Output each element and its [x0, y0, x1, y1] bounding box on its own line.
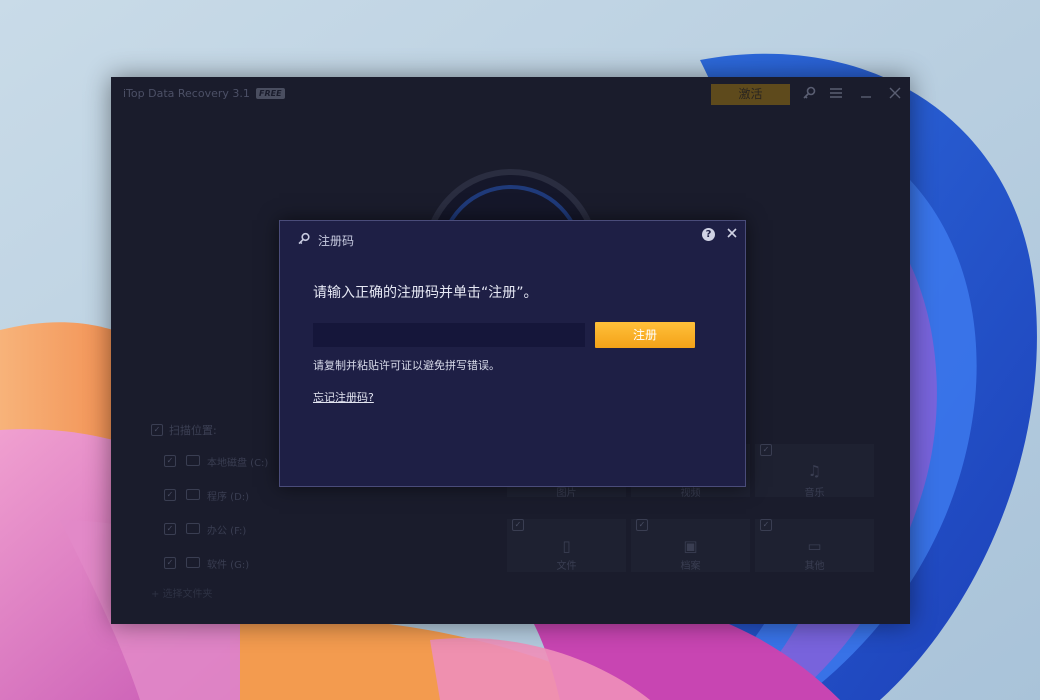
window-close-icon[interactable]	[887, 85, 903, 101]
drive-checkbox-d[interactable]: ✓	[164, 489, 176, 501]
plus-icon: +	[151, 589, 163, 600]
close-icon[interactable]	[724, 225, 740, 241]
register-button[interactable]: 注册	[595, 322, 695, 348]
drive-icon	[186, 523, 200, 534]
app-title: iTop Data Recovery 3.1	[123, 87, 250, 100]
key-icon	[298, 232, 310, 245]
drive-label-d[interactable]: 程序 (D:)	[207, 488, 249, 503]
tile-label: 文件	[556, 561, 577, 572]
archive-icon: ▣	[683, 537, 698, 555]
tile-checkbox[interactable]: ✓	[512, 519, 524, 531]
file-type-tile-music[interactable]: ✓ ♫ 音乐	[755, 444, 874, 499]
activate-button[interactable]: 激活	[711, 84, 790, 105]
registration-code-input[interactable]	[313, 323, 585, 347]
file-type-tile-document[interactable]: ✓ ▯ 文件	[507, 519, 626, 572]
document-icon: ▯	[562, 537, 571, 555]
help-icon[interactable]: ?	[702, 228, 715, 241]
file-type-tile-other[interactable]: ✓ ▭ 其他	[755, 519, 874, 572]
dialog-title: 注册码	[318, 234, 355, 248]
drive-checkbox-c[interactable]: ✓	[164, 455, 176, 467]
registration-dialog: 注册码 ? 请输入正确的注册码并单击“注册”。 注册 请复制并粘贴许可证以避免拼…	[279, 220, 746, 487]
drive-label-f[interactable]: 办公 (F:)	[207, 522, 246, 537]
tile-label: 其他	[804, 561, 825, 572]
dialog-hint: 请复制并粘贴许可证以避免拼写错误。	[313, 359, 500, 372]
free-badge: FREE	[256, 88, 285, 99]
tile-label: 档案	[680, 561, 701, 572]
tile-checkbox[interactable]: ✓	[636, 519, 648, 531]
computer-icon	[186, 455, 200, 466]
drive-checkbox-g[interactable]: ✓	[164, 557, 176, 569]
tile-label: 音乐	[804, 488, 825, 499]
drive-label-c[interactable]: 本地磁盘 (C:)	[207, 454, 268, 469]
drive-checkbox-f[interactable]: ✓	[164, 523, 176, 535]
dialog-heading: 请输入正确的注册码并单击“注册”。	[313, 285, 538, 301]
minimize-icon[interactable]	[858, 85, 874, 101]
key-icon[interactable]	[801, 85, 817, 101]
tile-checkbox[interactable]: ✓	[760, 444, 772, 456]
add-folder-label: 选择文件夹	[162, 589, 213, 600]
tile-checkbox[interactable]: ✓	[760, 519, 772, 531]
folder-icon: ▭	[807, 537, 822, 555]
music-icon: ♫	[807, 462, 822, 480]
title-bar: iTop Data Recovery 3.1 FREE 激活	[111, 77, 910, 111]
menu-icon[interactable]	[828, 85, 844, 101]
scan-all-checkbox[interactable]: ✓	[151, 424, 163, 436]
forgot-code-link[interactable]: 忘记注册码?	[313, 389, 374, 405]
file-type-tile-archive[interactable]: ✓ ▣ 档案	[631, 519, 750, 572]
drive-icon	[186, 557, 200, 568]
scan-location-label: 扫描位置:	[169, 424, 217, 437]
add-folder-link[interactable]: + 选择文件夹	[151, 585, 213, 600]
drive-label-g[interactable]: 软件 (G:)	[207, 556, 249, 571]
drive-icon	[186, 489, 200, 500]
